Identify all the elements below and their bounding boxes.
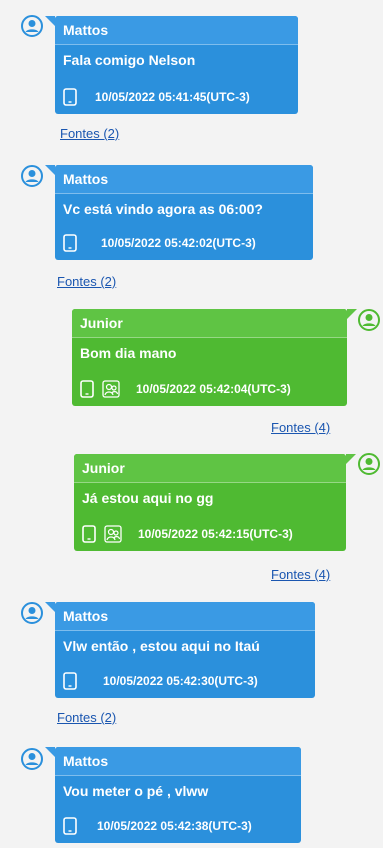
- sources-link[interactable]: Fontes (4): [271, 420, 330, 435]
- message-meta: 10/05/2022 05:42:38(UTC-3): [63, 817, 252, 835]
- message-text: Bom dia mano: [80, 345, 177, 361]
- message-timestamp: 10/05/2022 05:42:15(UTC-3): [138, 527, 293, 541]
- message-text: Vc está vindo agora as 06:00?: [63, 201, 263, 217]
- group-icon: [104, 525, 122, 543]
- message-text: Vlw então , estou aqui no Itaú: [63, 638, 260, 654]
- message-timestamp: 10/05/2022 05:42:04(UTC-3): [136, 382, 291, 396]
- user-avatar-icon: [358, 309, 380, 331]
- user-avatar-icon: [21, 748, 43, 770]
- message-bubble: Mattos Vlw então , estou aqui no Itaú 10…: [45, 602, 315, 698]
- phone-icon: [63, 817, 77, 835]
- message-timestamp: 10/05/2022 05:42:02(UTC-3): [101, 236, 256, 250]
- sources-link[interactable]: Fontes (2): [60, 126, 119, 141]
- message-timestamp: 10/05/2022 05:41:45(UTC-3): [95, 90, 250, 104]
- message-bubble: Mattos Fala comigo Nelson 10/05/2022 05:…: [45, 16, 298, 114]
- phone-icon: [80, 380, 94, 398]
- message-bubble: Mattos Vou meter o pé , vlww 10/05/2022 …: [45, 747, 301, 843]
- phone-icon: [63, 672, 77, 690]
- message-meta: 10/05/2022 05:42:04(UTC-3): [80, 380, 291, 398]
- message-sender: Mattos: [55, 16, 298, 45]
- phone-icon: [63, 234, 77, 252]
- message-bubble: Junior Bom dia mano 10/05/2022 05:42:04(…: [72, 309, 357, 406]
- message-bubble: Mattos Vc está vindo agora as 06:00? 10/…: [45, 165, 313, 260]
- message-text: Vou meter o pé , vlww: [63, 783, 209, 799]
- message-bubble: Junior Já estou aqui no gg 10/05/2022 05…: [74, 454, 356, 551]
- message-text: Já estou aqui no gg: [82, 490, 214, 506]
- user-avatar-icon: [21, 165, 43, 187]
- user-avatar-icon: [358, 453, 380, 475]
- message-timestamp: 10/05/2022 05:42:30(UTC-3): [103, 674, 258, 688]
- phone-icon: [82, 525, 96, 543]
- group-icon: [102, 380, 120, 398]
- sources-link[interactable]: Fontes (2): [57, 274, 116, 289]
- chat-thread: Mattos Fala comigo Nelson 10/05/2022 05:…: [0, 0, 383, 848]
- message-meta: 10/05/2022 05:41:45(UTC-3): [63, 88, 250, 106]
- message-meta: 10/05/2022 05:42:30(UTC-3): [63, 672, 258, 690]
- user-avatar-icon: [21, 15, 43, 37]
- message-sender: Mattos: [55, 165, 313, 194]
- message-sender: Junior: [72, 309, 347, 338]
- phone-icon: [63, 88, 77, 106]
- user-avatar-icon: [21, 602, 43, 624]
- message-meta: 10/05/2022 05:42:15(UTC-3): [82, 525, 293, 543]
- sources-link[interactable]: Fontes (4): [271, 567, 330, 582]
- message-timestamp: 10/05/2022 05:42:38(UTC-3): [97, 819, 252, 833]
- sources-link[interactable]: Fontes (2): [57, 710, 116, 725]
- message-text: Fala comigo Nelson: [63, 52, 196, 68]
- message-sender: Junior: [74, 454, 346, 483]
- message-sender: Mattos: [55, 747, 301, 776]
- message-meta: 10/05/2022 05:42:02(UTC-3): [63, 234, 256, 252]
- message-sender: Mattos: [55, 602, 315, 631]
